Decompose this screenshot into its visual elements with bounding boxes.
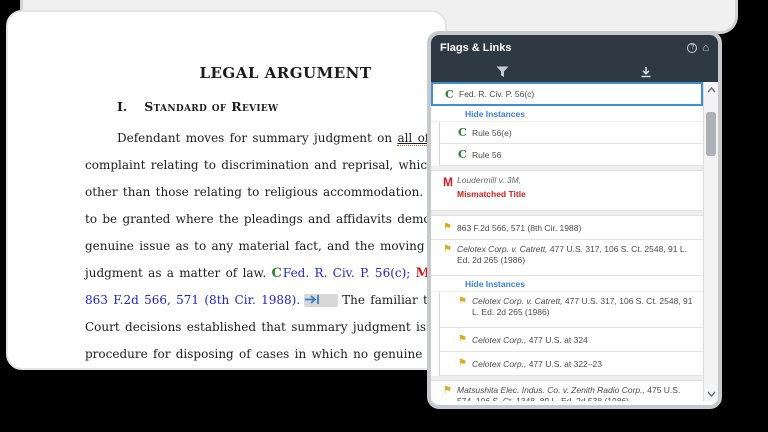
panel-header: Flags & Links ? ⌂ (431, 35, 718, 61)
citation-label: Rule 56(e) (472, 128, 518, 138)
case-name: Celotex Corp., (472, 359, 526, 369)
list-item-selected[interactable]: C Fed. R. Civ. P. 56(c) (431, 82, 703, 106)
case-name: Celotex Corp., (472, 335, 526, 345)
citation-label: Matsushita Elec. Indus. Co. v. Zenith Ra… (457, 385, 703, 401)
document-heading: LEGAL ARGUMENT (85, 64, 441, 82)
list-item[interactable]: ⚑ Celotex Corp. v. Catrett, 477 U.S. 317… (440, 292, 703, 328)
panel-title: Flags & Links (440, 42, 687, 54)
document-window: LEGAL ARGUMENT I. Standard of Review Defe… (6, 10, 447, 370)
citation-label: Celotex Corp., 477 U.S. at 322–23 (472, 359, 608, 369)
paragraph-line: Court decisions established that summary… (85, 314, 441, 341)
hide-instances-link[interactable]: Hide Instances (431, 276, 703, 292)
yellow-flag-icon: ⚑ (458, 296, 472, 307)
paragraph-line: judgment as a matter of law. CFed. R. Ci… (85, 260, 441, 287)
yellow-flag-icon: ⚑ (458, 334, 472, 345)
jump-to-citation-icon[interactable] (304, 294, 338, 307)
list-item[interactable]: ⚑ Celotex Corp., 477 U.S. at 324 (440, 328, 703, 352)
paragraph-line: other than those relating to religious a… (85, 179, 441, 206)
paragraph-line: Defendant moves for summary judgment on … (85, 125, 441, 152)
case-name: Matsushita Elec. Indus. Co. v. Zenith Ra… (457, 385, 645, 395)
list-item[interactable]: C Rule 56(e) (440, 122, 703, 144)
checkmark-citation-flag-icon: C (458, 148, 472, 161)
list-item[interactable]: ⚑ Celotex Corp. v. Catrett, 477 U.S. 317… (431, 240, 703, 276)
case-cite: 477 U.S. at 324 (526, 335, 587, 345)
filter-funnel-icon (496, 66, 509, 78)
paragraph-line: 863 F.2d 566, 571 (8th Cir. 1988).The fa… (85, 287, 441, 314)
citation-label: Fed. R. Civ. P. 56(c) (459, 89, 540, 99)
yellow-flag-icon: ⚑ (458, 358, 472, 369)
yellow-flag-icon: ⚑ (443, 222, 457, 233)
list-item[interactable]: ⚑ Matsushita Elec. Indus. Co. v. Zenith … (431, 381, 703, 401)
checkmark-citation-flag-icon: C (458, 126, 472, 139)
hide-instances-link[interactable]: Hide Instances (431, 106, 703, 122)
mismatch-citation-flag-icon: M (443, 175, 457, 189)
paragraph-line: to be granted where the pleadings and af… (85, 206, 441, 233)
citation-label: 863 F.2d 566, 571 (8th Cir. 1988) (457, 223, 587, 233)
document-text-column: LEGAL ARGUMENT I. Standard of Review Defe… (85, 12, 441, 368)
instance-group: C Rule 56(e) C Rule 56 (439, 122, 703, 166)
checkmark-citation-flag-icon[interactable]: C (272, 266, 282, 281)
citation-list: C Fed. R. Civ. P. 56(c) Hide Instances C… (431, 82, 718, 401)
instance-group: ⚑ Celotex Corp. v. Catrett, 477 U.S. 317… (439, 292, 703, 376)
list-item[interactable]: M Loudermill v. 3M, Mismatched Title (431, 171, 703, 211)
citation-label: Rule 56 (472, 150, 507, 160)
case-cite: 477 U.S. at 322–23 (526, 359, 602, 369)
grammar-flagged-text: all of (397, 131, 429, 146)
mismatched-title-warning: Mismatched Title (457, 189, 526, 200)
section-number: I. (117, 99, 127, 114)
scroll-up-icon[interactable] (704, 82, 718, 97)
citation-link[interactable]: 863 F.2d 566, 571 (8th Cir. 1988). (85, 293, 300, 307)
list-item[interactable]: C Rule 56 (440, 144, 703, 166)
citation-label: Loudermill v. 3M, Mismatched Title (457, 175, 532, 204)
list-item[interactable]: ⚑ 863 F.2d 566, 571 (8th Cir. 1988) (431, 216, 703, 240)
home-icon[interactable]: ⌂ (702, 43, 709, 53)
checkmark-citation-flag-icon: C (445, 88, 459, 101)
case-name: Celotex Corp. v. Catrett, (472, 296, 563, 306)
paragraph-line: genuine issue as to any material fact, a… (85, 233, 441, 260)
paragraph-line: procedure for disposing of cases in whic… (85, 341, 441, 368)
case-name: Celotex Corp. v. Catrett, (457, 244, 548, 254)
line-text: Defendant moves for summary judgment on (117, 131, 397, 145)
citation-label: Celotex Corp. v. Catrett, 477 U.S. 317, … (457, 244, 703, 270)
yellow-flag-icon: ⚑ (443, 385, 457, 396)
scrollbar[interactable] (703, 82, 718, 401)
scroll-down-icon[interactable] (704, 386, 718, 401)
citation-label: Celotex Corp. v. Catrett, 477 U.S. 317, … (472, 296, 703, 322)
case-name: Loudermill v. 3M, (457, 175, 521, 185)
paragraph-line: complaint relating to discrimination and… (85, 152, 441, 179)
scrollbar-thumb[interactable] (706, 112, 716, 156)
section-heading: I. Standard of Review (85, 99, 441, 114)
download-icon (640, 66, 652, 78)
download-button[interactable] (575, 61, 719, 82)
citation-link[interactable]: Fed. R. Civ. P. 56(c); (283, 266, 410, 280)
section-title: Standard of Review (144, 99, 278, 114)
yellow-flag-icon: ⚑ (443, 244, 457, 255)
filter-button[interactable] (431, 61, 575, 82)
citation-label: Celotex Corp., 477 U.S. at 324 (472, 335, 594, 345)
help-icon[interactable]: ? (687, 43, 697, 53)
list-item[interactable]: ⚑ Celotex Corp., 477 U.S. at 322–23 (440, 352, 703, 376)
flags-links-panel: Flags & Links ? ⌂ C Fed. R. Civ. P. 56(c… (427, 31, 722, 409)
panel-toolbar (431, 61, 718, 82)
paragraph: Defendant moves for summary judgment on … (85, 125, 441, 368)
line-text: judgment as a matter of law. (85, 266, 272, 280)
